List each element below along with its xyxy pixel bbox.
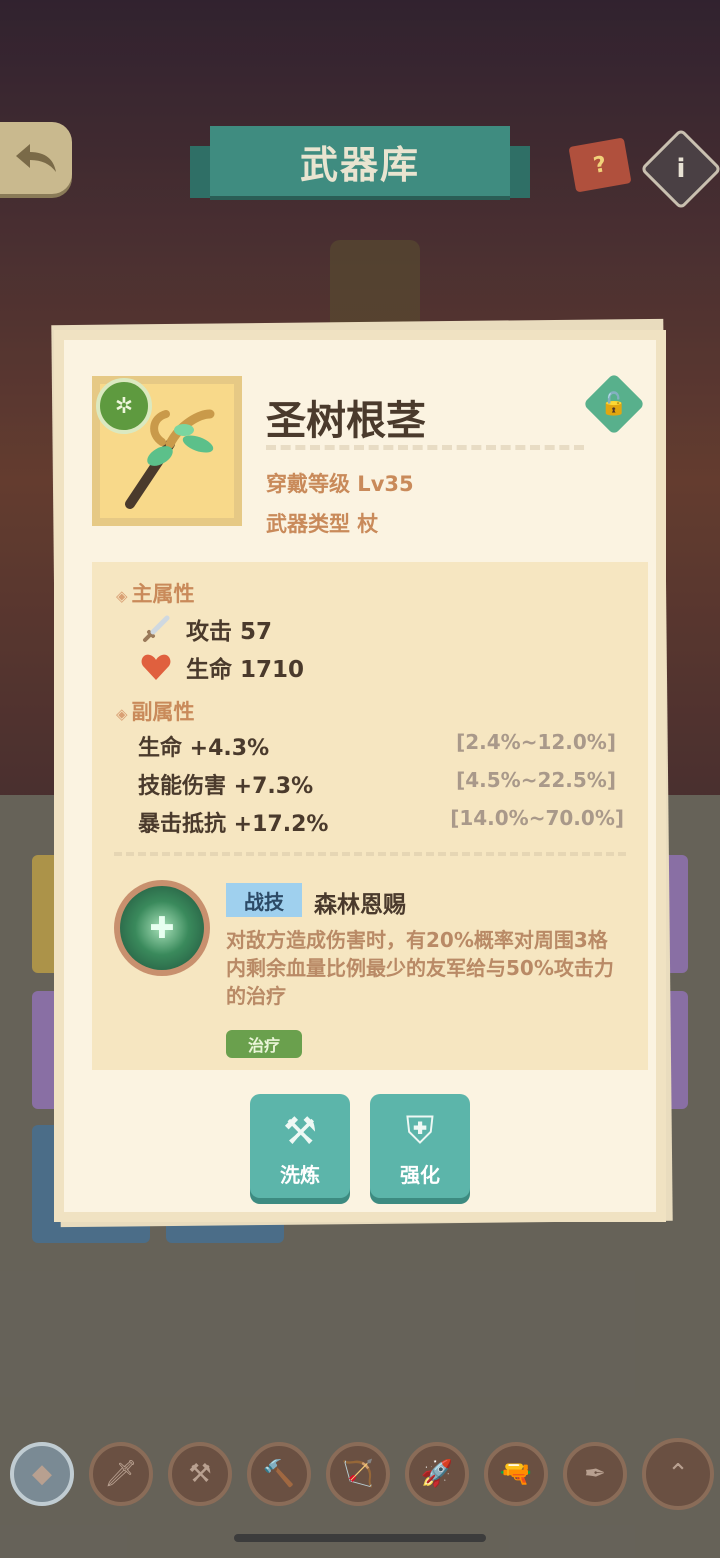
- skill-type-tag: 战技: [226, 883, 302, 917]
- main-attr-hp: 生命 1710: [140, 650, 304, 684]
- sword-icon: [140, 614, 172, 644]
- tab-spear[interactable]: ✒: [563, 1442, 627, 1506]
- unlock-icon: 🔓: [600, 391, 628, 417]
- tab-all[interactable]: ◆: [10, 1442, 74, 1506]
- sub-attr-row: 暴击抵抗 +17.2% [14.0%~70.0%]: [138, 806, 624, 837]
- hammer-icon: 🔨: [262, 1459, 296, 1489]
- weapon-type: 武器类型 杖: [266, 512, 379, 536]
- wear-level: 穿戴等级 Lv35: [266, 472, 414, 496]
- skill-description: 对敌方造成伤害时，有20%概率对周围3格内剩余血量比例最少的友军给与50%攻击力…: [226, 928, 614, 1008]
- tab-sword[interactable]: 🗡: [89, 1442, 153, 1506]
- title-banner: 武器库: [190, 126, 530, 202]
- spear-icon: ✒: [584, 1459, 606, 1489]
- home-indicator[interactable]: [234, 1534, 486, 1542]
- gun-icon: 🔫: [499, 1459, 533, 1489]
- sub-attr-row: 技能伤害 +7.3% [4.5%~22.5%]: [138, 768, 616, 799]
- divider: [266, 445, 584, 450]
- page-title: 武器库: [299, 142, 420, 187]
- enhance-button[interactable]: ⛨ 强化: [370, 1094, 470, 1198]
- diamond-bullet-icon: ◈: [116, 705, 128, 723]
- back-button[interactable]: [0, 122, 72, 194]
- back-arrow-icon: [16, 144, 56, 172]
- sub-attr-row: 生命 +4.3% [2.4%~12.0%]: [138, 730, 616, 761]
- skill-icon: ✚: [114, 880, 210, 976]
- grid-icon: ◆: [32, 1459, 52, 1489]
- tab-bow[interactable]: 🏹: [326, 1442, 390, 1506]
- refine-button[interactable]: ⚒ 洗炼: [250, 1094, 350, 1198]
- rocket-icon: 🚀: [420, 1459, 454, 1489]
- lock-toggle[interactable]: 🔓: [582, 372, 646, 436]
- attributes-panel: ◈ 主属性 攻击 57 生命 1710 ◈ 副属性 生命 +4.3% [2.4%~1…: [92, 562, 648, 1070]
- skill-name: 森林恩赐: [314, 892, 406, 918]
- tab-hammer[interactable]: 🔨: [247, 1442, 311, 1506]
- book-icon: ?: [591, 151, 609, 179]
- category-tab-bar: ◆ 🗡 ⚒ 🔨 🏹 🚀 🔫 ✒ ⌃: [0, 1438, 720, 1522]
- divider: [114, 852, 626, 856]
- staff-icon: ⚒: [188, 1459, 212, 1489]
- tab-gun[interactable]: 🔫: [484, 1442, 548, 1506]
- weapon-detail-card: ✲ 圣树根茎 穿戴等级 Lv35 武器类型 杖 🔓 ◈ 主属性 攻击 57 生命 …: [54, 330, 666, 1222]
- shield-sword-icon: ⛨: [405, 1108, 435, 1152]
- guide-book-button[interactable]: ?: [568, 137, 632, 193]
- main-attr-title: ◈ 主属性: [116, 582, 195, 606]
- bow-icon: 🏹: [341, 1459, 375, 1489]
- diamond-bullet-icon: ◈: [116, 587, 128, 605]
- heart-icon: [140, 652, 172, 682]
- heal-chip: 治疗: [226, 1030, 302, 1058]
- heal-plus-icon: ✚: [149, 910, 175, 946]
- sub-attr-title: ◈ 副属性: [116, 700, 195, 724]
- tab-rocket[interactable]: 🚀: [405, 1442, 469, 1506]
- sword-icon: 🗡: [104, 1459, 138, 1489]
- nature-element-icon: ✲: [96, 378, 152, 434]
- tab-collapse[interactable]: ⌃: [642, 1438, 714, 1510]
- weapon-name: 圣树根茎: [266, 398, 426, 444]
- info-icon: i: [676, 154, 686, 184]
- main-attr-attack: 攻击 57: [140, 612, 272, 646]
- chevron-up-icon: ⌃: [667, 1459, 689, 1489]
- anvil-icon: ⚒: [282, 1109, 318, 1153]
- tab-staff[interactable]: ⚒: [168, 1442, 232, 1506]
- title-plate: 武器库: [210, 126, 510, 196]
